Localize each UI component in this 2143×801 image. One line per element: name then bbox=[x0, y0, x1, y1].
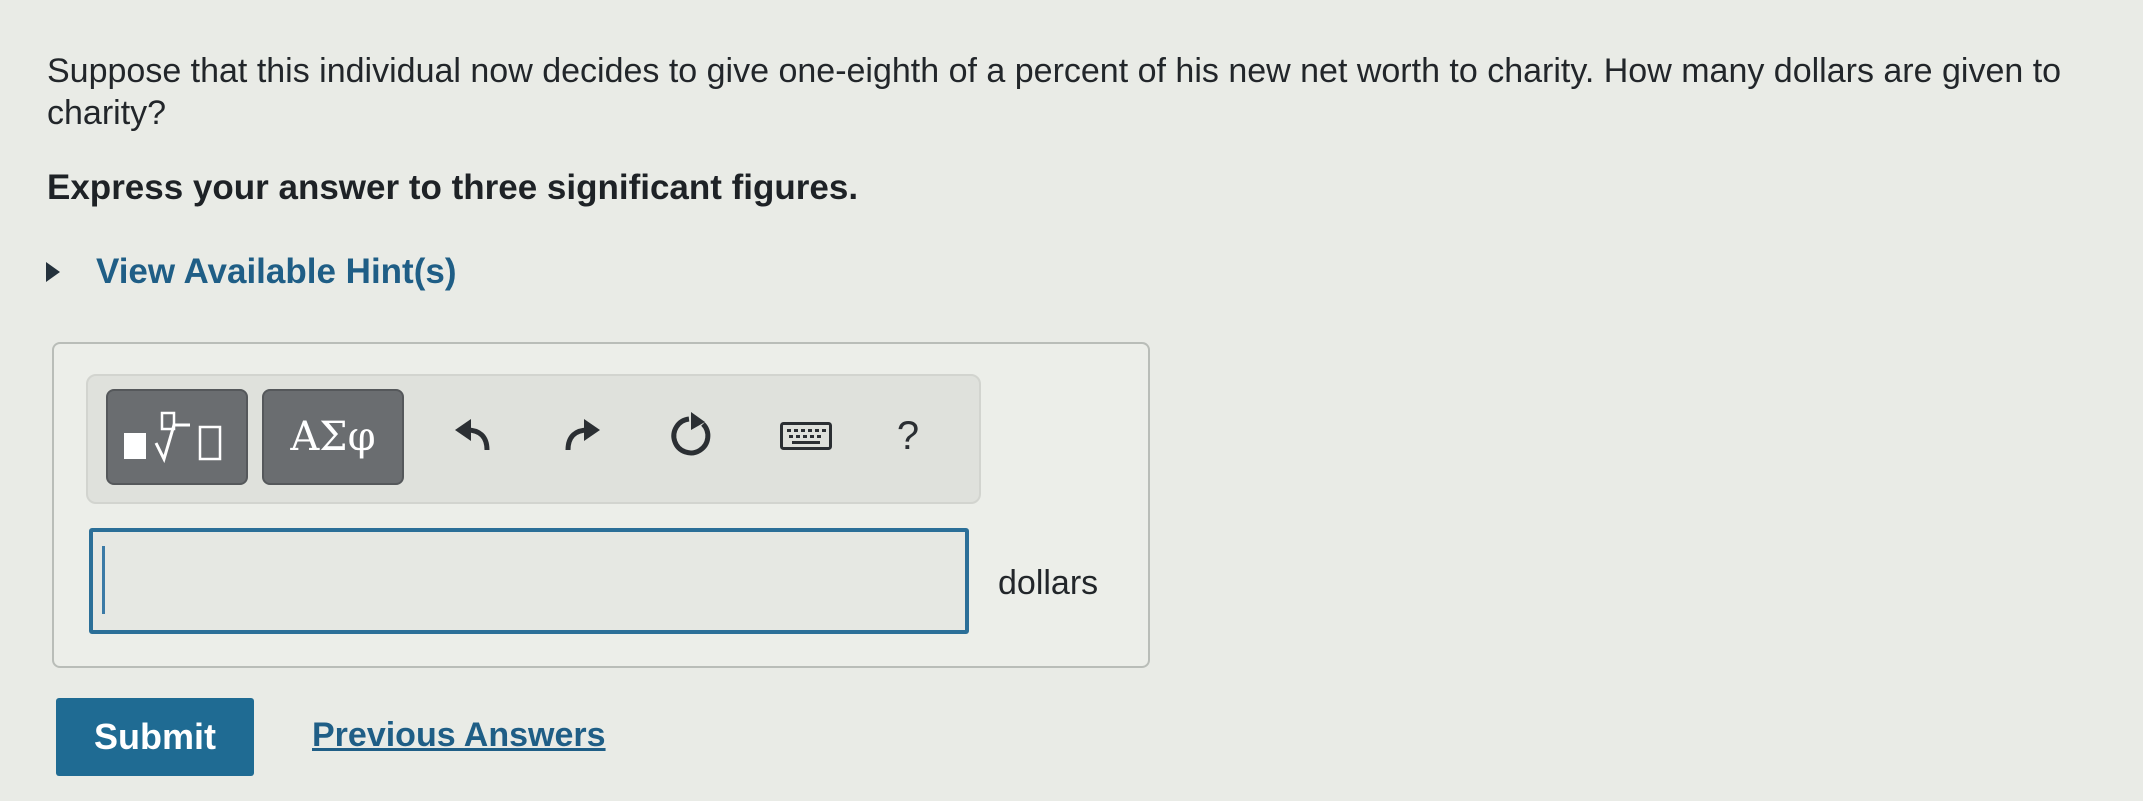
view-hints-label: View Available Hint(s) bbox=[96, 252, 457, 291]
keyboard-button[interactable] bbox=[776, 406, 836, 466]
fraction-root-template-icon bbox=[124, 411, 222, 464]
answer-panel: ΑΣφ ? dollars bbox=[52, 342, 1150, 668]
redo-button[interactable] bbox=[552, 406, 612, 466]
help-button[interactable]: ? bbox=[878, 406, 938, 466]
question-text: Suppose that this individual now decides… bbox=[47, 52, 2062, 132]
reset-button[interactable] bbox=[661, 406, 721, 466]
reset-icon bbox=[671, 412, 711, 456]
answer-input[interactable] bbox=[89, 528, 969, 634]
view-hints-toggle[interactable]: View Available Hint(s) bbox=[46, 252, 456, 292]
submit-button[interactable]: Submit bbox=[56, 698, 254, 776]
answer-instruction: Express your answer to three significant… bbox=[47, 168, 859, 207]
redo-icon bbox=[565, 419, 600, 451]
math-toolbar: ΑΣφ ? bbox=[86, 374, 981, 504]
undo-icon bbox=[455, 419, 490, 451]
keyboard-icon bbox=[780, 422, 832, 450]
text-cursor bbox=[102, 546, 105, 614]
templates-button[interactable] bbox=[106, 389, 248, 485]
greek-symbols-button[interactable]: ΑΣφ bbox=[262, 389, 404, 485]
triangle-right-icon bbox=[46, 262, 60, 282]
previous-answers-link[interactable]: Previous Answers bbox=[312, 716, 606, 755]
undo-button[interactable] bbox=[443, 406, 503, 466]
unit-label: dollars bbox=[998, 564, 1099, 602]
